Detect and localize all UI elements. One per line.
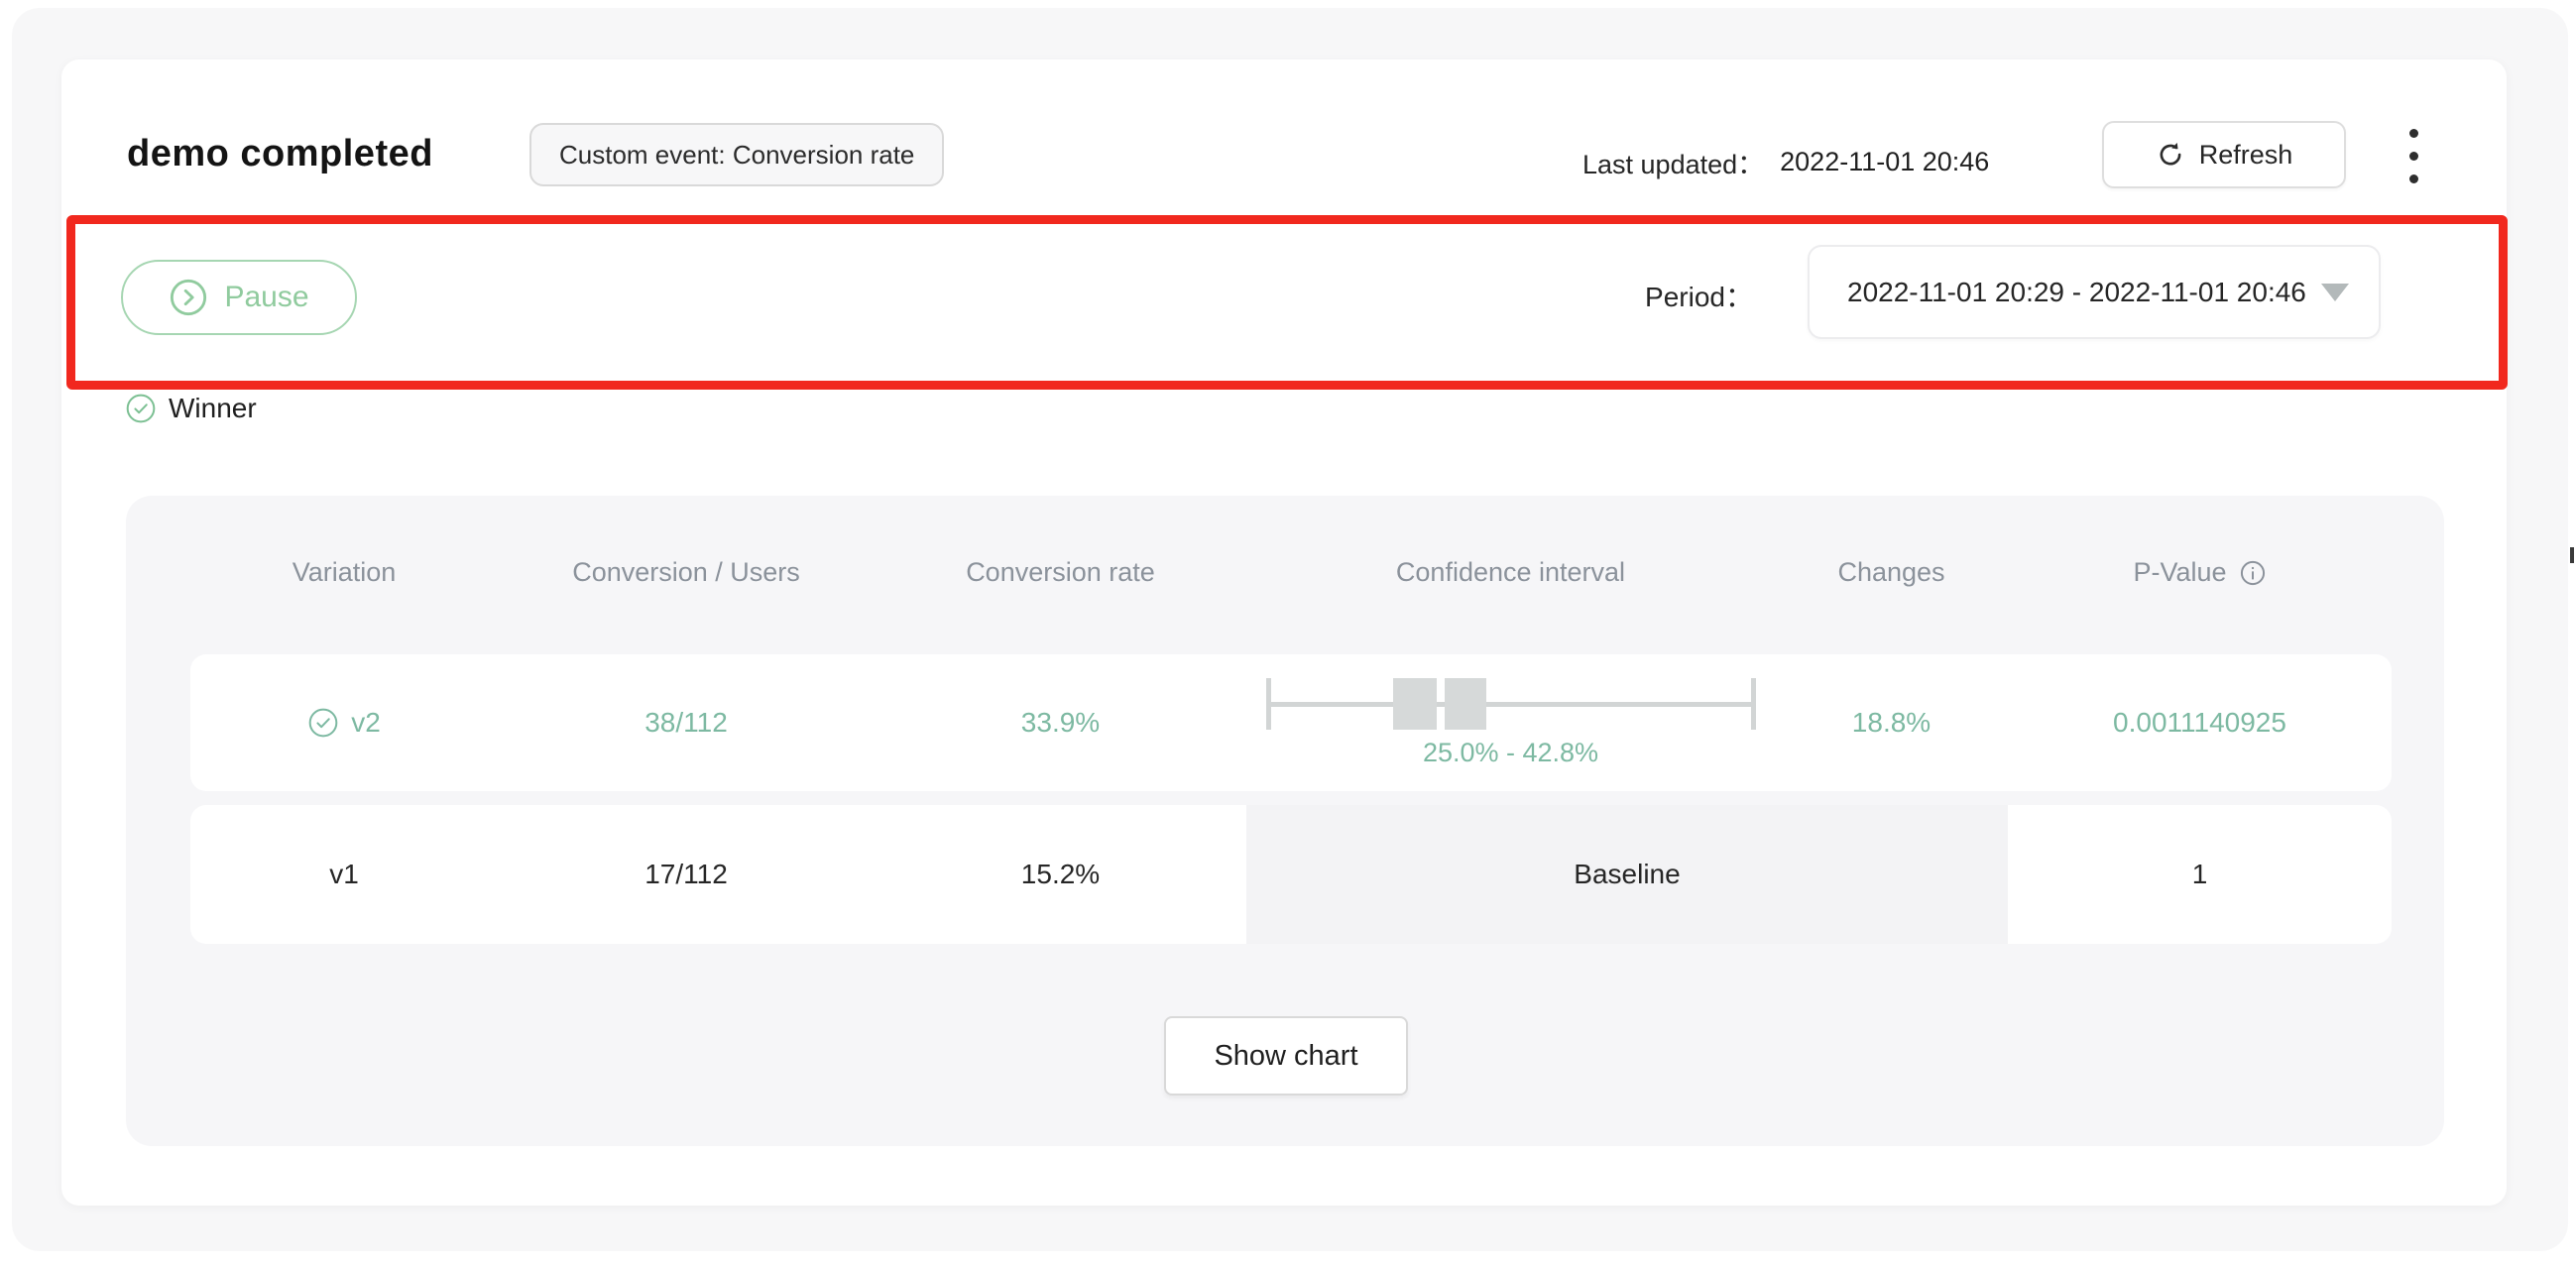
last-updated: Last updated： 2022-11-01 20:46 bbox=[1582, 143, 1989, 181]
refresh-button-label: Refresh bbox=[2199, 140, 2293, 171]
conversion-rate-value: 33.9% bbox=[875, 707, 1246, 739]
confidence-interval-range: 25.0% - 42.8% bbox=[1423, 738, 1598, 768]
changes-value: 18.8% bbox=[1775, 707, 2008, 739]
kebab-dot bbox=[2409, 174, 2418, 183]
boxplot-right-cap bbox=[1751, 678, 1756, 730]
event-badge-label: Custom event: Conversion rate bbox=[559, 140, 914, 171]
variation-cell-v2: v2 bbox=[190, 707, 498, 739]
more-options-button[interactable] bbox=[2386, 117, 2441, 194]
results-table: Variation Conversion / Users Conversion … bbox=[126, 496, 2444, 1146]
pause-button[interactable]: Pause bbox=[121, 260, 357, 335]
last-updated-value: 2022-11-01 20:46 bbox=[1780, 147, 1989, 177]
conversion-users-value: 17/112 bbox=[498, 859, 875, 890]
p-value-value: 1 bbox=[2008, 805, 2392, 944]
variation-name: v2 bbox=[351, 707, 381, 739]
column-header-conversion-rate: Conversion rate bbox=[875, 557, 1246, 588]
row-v1-left-segment: v1 17/112 15.2% bbox=[190, 805, 1246, 944]
winner-label: Winner bbox=[169, 393, 257, 424]
page-title: demo completed bbox=[127, 133, 433, 175]
period-label: Period： bbox=[1549, 276, 1753, 315]
boxplot-whisker-line bbox=[1266, 702, 1756, 707]
column-header-variation: Variation bbox=[190, 557, 498, 588]
confidence-interval-cell: 25.0% - 42.8% bbox=[1246, 678, 1775, 768]
kebab-dot bbox=[2409, 129, 2418, 138]
variation-name: v1 bbox=[190, 859, 498, 890]
column-header-conversion-users: Conversion / Users bbox=[498, 557, 875, 588]
boxplot-box-right bbox=[1445, 678, 1486, 730]
winner-check-icon bbox=[125, 393, 157, 424]
chevron-down-icon bbox=[2321, 284, 2349, 301]
winner-check-icon bbox=[307, 707, 339, 739]
winner-legend: Winner bbox=[125, 393, 257, 424]
show-chart-button[interactable]: Show chart bbox=[1164, 1016, 1408, 1096]
p-value-label: P-Value bbox=[2133, 557, 2226, 588]
period-dropdown-value: 2022-11-01 20:29 - 2022-11-01 20:46 bbox=[1847, 277, 2306, 308]
confidence-interval-boxplot bbox=[1266, 678, 1756, 730]
table-row-v1: v1 17/112 15.2% Baseline 1 bbox=[190, 805, 2392, 944]
column-header-p-value: P-Value bbox=[2008, 557, 2392, 588]
info-icon[interactable] bbox=[2239, 559, 2267, 587]
table-header-row: Variation Conversion / Users Conversion … bbox=[190, 557, 2392, 588]
pause-button-label: Pause bbox=[224, 281, 308, 314]
column-header-confidence-interval: Confidence interval bbox=[1246, 557, 1775, 588]
refresh-icon bbox=[2156, 140, 2185, 170]
boxplot-left-cap bbox=[1266, 678, 1271, 730]
p-value-value: 0.0011140925 bbox=[2008, 707, 2392, 739]
column-header-changes: Changes bbox=[1775, 557, 2008, 588]
pause-circle-chevron-icon bbox=[169, 278, 208, 317]
show-chart-button-label: Show chart bbox=[1214, 1040, 1357, 1073]
conversion-users-value: 38/112 bbox=[498, 707, 875, 739]
conversion-rate-value: 15.2% bbox=[875, 859, 1246, 890]
table-row-v2: v2 38/112 33.9% 25.0% - 42.8% 18.8% 0.00… bbox=[190, 654, 2392, 791]
last-updated-label: Last updated： bbox=[1582, 143, 1764, 181]
screen-edge-artifact bbox=[2570, 547, 2574, 563]
kebab-dot bbox=[2409, 152, 2418, 161]
experiment-card: demo completed Custom event: Conversion … bbox=[61, 59, 2507, 1206]
event-badge: Custom event: Conversion rate bbox=[529, 123, 944, 186]
refresh-button[interactable]: Refresh bbox=[2102, 121, 2346, 188]
boxplot-box-left bbox=[1393, 678, 1437, 730]
period-dropdown[interactable]: 2022-11-01 20:29 - 2022-11-01 20:46 bbox=[1808, 245, 2381, 339]
baseline-cell: Baseline bbox=[1246, 805, 2008, 944]
